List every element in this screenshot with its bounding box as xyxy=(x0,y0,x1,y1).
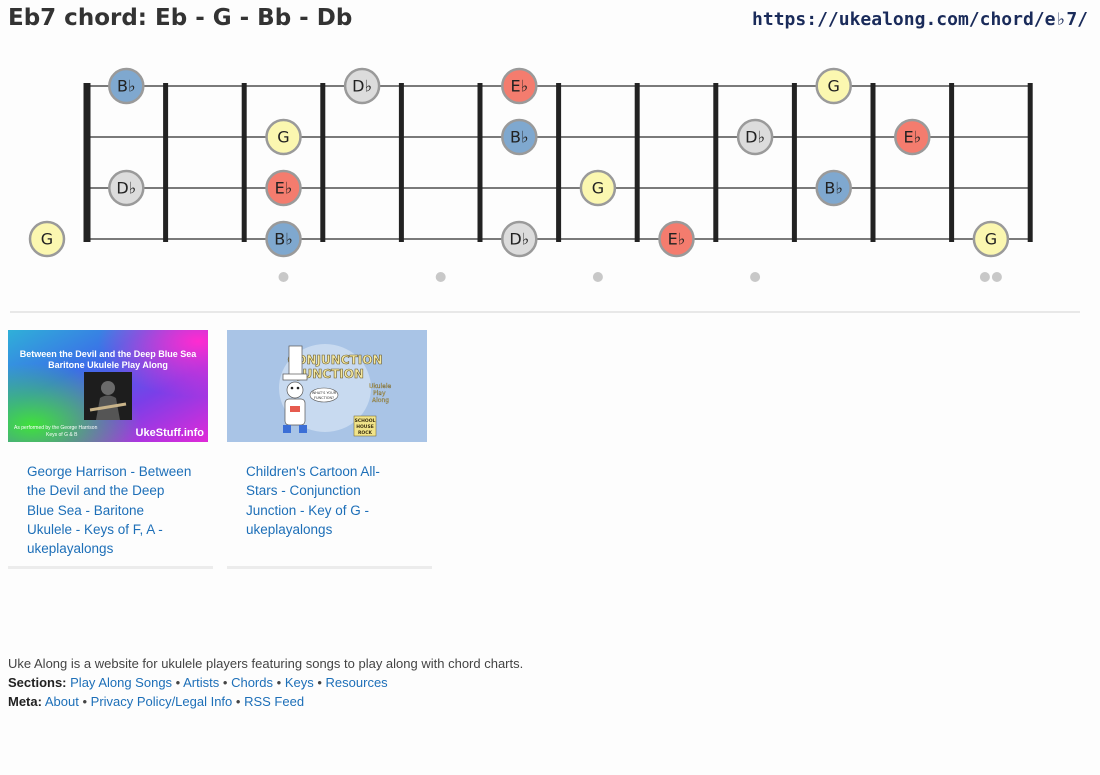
fret-marker-dot xyxy=(592,272,603,282)
video-thumbnail[interactable]: CONJUNCTION JUNCTION Ukulele Play Along … xyxy=(227,330,427,442)
meta-label: Meta: xyxy=(8,694,42,710)
note-marker: B♭ xyxy=(265,220,302,258)
video-card: CONJUNCTION JUNCTION Ukulele Play Along … xyxy=(227,330,432,570)
thumb-bubble-line1: WHAT'S YOUR xyxy=(312,391,337,395)
card-divider xyxy=(227,566,432,569)
thumb-brand: UkeStuff.info xyxy=(136,427,205,439)
thumb-credit-line1: As performed by the George Harrison xyxy=(14,425,98,431)
video-card: Between the Devil and the Deep Blue Sea … xyxy=(8,330,213,570)
site-description: Uke Along is a website for ukulele playe… xyxy=(8,656,524,671)
note-marker: E♭ xyxy=(501,67,538,105)
note-marker: D♭ xyxy=(501,220,538,258)
page-url[interactable]: https://ukealong.com/chord/e♭7/ xyxy=(752,9,1088,30)
note-marker: B♭ xyxy=(108,67,145,105)
meta-link-rss[interactable]: RSS Feed xyxy=(244,694,304,709)
note-marker: E♭ xyxy=(658,220,695,258)
note-marker: G xyxy=(972,220,1010,258)
note-marker: B♭ xyxy=(501,118,538,156)
note-label: E♭ xyxy=(668,230,686,249)
meta-link-privacy[interactable]: Privacy Policy/Legal Info xyxy=(91,694,233,709)
note-marker: E♭ xyxy=(265,169,302,207)
fret-marker-dot xyxy=(278,272,289,282)
note-marker: D♭ xyxy=(736,118,774,156)
note-label: D♭ xyxy=(116,179,136,198)
video-link[interactable]: Children's Cartoon All-Stars - Conjuncti… xyxy=(246,462,411,539)
note-marker: G xyxy=(28,220,66,258)
fret-marker-dot xyxy=(991,272,1002,282)
site-footer: Uke Along is a website for ukulele playe… xyxy=(8,654,523,712)
thumb-logo-line3: ROCK xyxy=(358,430,373,436)
video-link[interactable]: George Harrison - Between the Devil and … xyxy=(27,462,192,558)
thumb-logo-line2: HOUSE xyxy=(356,424,374,430)
thumb-credit-line2: Keys of G & B xyxy=(46,432,78,438)
thumb-side-line1: Ukulele xyxy=(369,383,392,390)
note-label: B♭ xyxy=(274,230,293,249)
nav-link-keys[interactable]: Keys xyxy=(285,675,314,690)
video-thumbnail[interactable]: Between the Devil and the Deep Blue Sea … xyxy=(8,330,208,442)
nav-link-resources[interactable]: Resources xyxy=(326,675,388,690)
note-label: D♭ xyxy=(745,128,765,147)
separator: • xyxy=(276,675,282,691)
page-title: Eb7 chord: Eb - G - Bb - Db xyxy=(8,5,353,31)
note-label: E♭ xyxy=(510,77,528,96)
note-label: B♭ xyxy=(510,128,529,147)
separator: • xyxy=(317,675,322,691)
meta-nav: Meta: About • Privacy Policy/Legal Info … xyxy=(8,692,523,711)
thumb-side-line3: Along xyxy=(372,397,389,404)
note-marker: G xyxy=(815,67,852,105)
separator: • xyxy=(222,675,228,691)
card-divider xyxy=(8,566,213,569)
note-label: E♭ xyxy=(903,128,921,147)
note-label: G xyxy=(277,128,289,147)
meta-link-about[interactable]: About xyxy=(45,694,79,709)
note-marker: D♭ xyxy=(108,169,145,207)
fret-marker-dot xyxy=(435,272,446,282)
thumb-logo-line1: SCHOOL xyxy=(355,418,376,424)
note-label: D♭ xyxy=(352,77,372,96)
note-label: E♭ xyxy=(275,179,293,198)
note-marker: E♭ xyxy=(894,118,931,156)
thumb-side-line2: Play xyxy=(373,390,386,397)
note-marker: G xyxy=(265,118,302,156)
thumb-title-line2: Baritone Ukulele Play Along xyxy=(48,360,168,370)
sections-nav: Sections: Play Along Songs • Artists • C… xyxy=(8,673,523,692)
separator: • xyxy=(82,694,88,710)
note-label: G xyxy=(592,179,604,198)
fretboard-diagram: B♭ D♭ E♭ G G B♭ D♭ E♭ D♭ E♭ G B♭ G B♭ D♭ E♭ G xyxy=(28,67,1033,282)
fret-marker-dot xyxy=(750,272,761,282)
section-divider xyxy=(10,311,1080,313)
separator: • xyxy=(235,694,241,710)
thumb-title-line1: Between the Devil and the Deep Blue Sea xyxy=(20,349,198,359)
note-label: G xyxy=(41,230,53,249)
nav-link-artists[interactable]: Artists xyxy=(183,675,219,690)
note-label: B♭ xyxy=(117,77,136,96)
note-label: G xyxy=(827,77,839,96)
note-label: B♭ xyxy=(824,179,843,198)
note-label: D♭ xyxy=(509,230,529,249)
nav-link-play-along-songs[interactable]: Play Along Songs xyxy=(70,675,172,690)
note-marker: D♭ xyxy=(343,67,381,105)
fret-marker-dot xyxy=(979,272,990,282)
thumb-bubble-line2: FUNCTION? xyxy=(314,396,334,400)
note-marker: G xyxy=(579,169,617,207)
note-label: G xyxy=(985,230,997,249)
note-marker: B♭ xyxy=(815,169,852,207)
separator: • xyxy=(175,675,181,691)
nav-link-chords[interactable]: Chords xyxy=(231,675,273,690)
sections-label: Sections: xyxy=(8,675,67,691)
